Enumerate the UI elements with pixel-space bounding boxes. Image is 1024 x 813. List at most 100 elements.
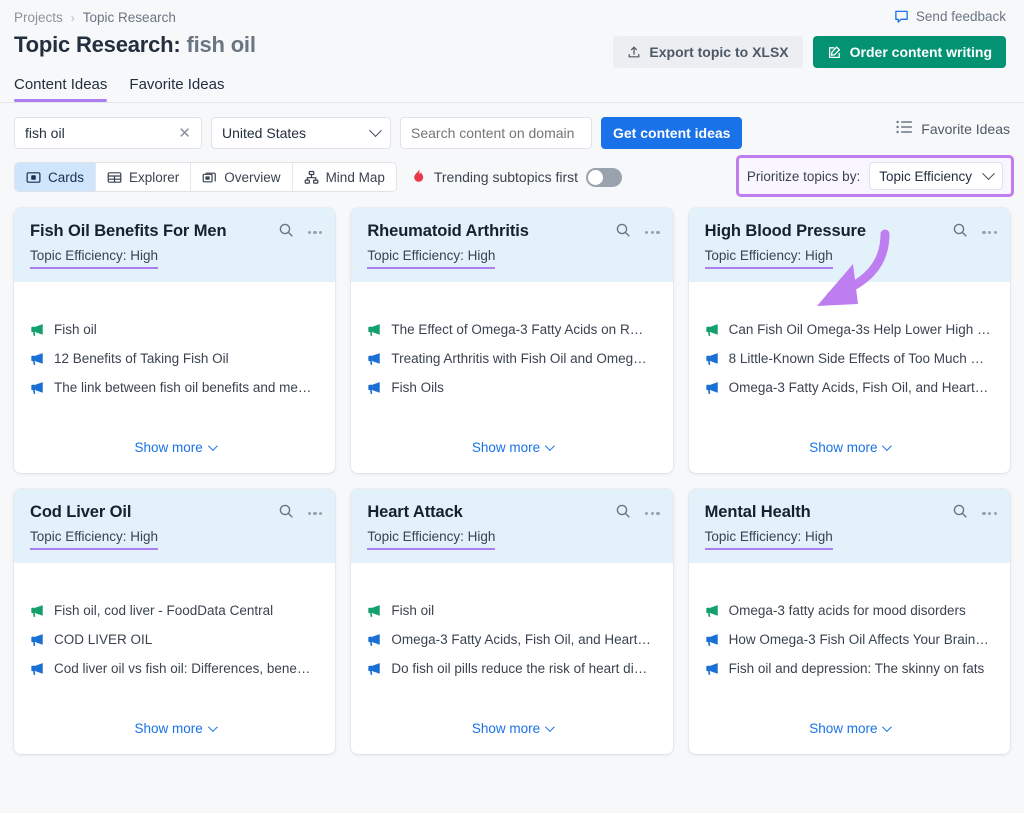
breadcrumb-topic-research[interactable]: Topic Research [83, 10, 176, 25]
trending-subtopics-toggle[interactable] [586, 167, 623, 187]
topic-card-title: High Blood Pressure [704, 222, 866, 240]
magnifier-icon[interactable] [615, 503, 631, 524]
content-idea-label: Omega-3 fatty acids for mood disorders [728, 603, 966, 618]
topic-card-header: Heart Attack Topic Efficiency: High [351, 489, 673, 563]
topic-card-title: Mental Health [704, 503, 811, 521]
content-idea-item[interactable]: 8 Little-Known Side Effects of Too Much … [705, 344, 994, 373]
content-idea-item[interactable]: The Effect of Omega-3 Fatty Acids on R… [367, 315, 656, 344]
topic-card-5[interactable]: Heart Attack Topic Efficiency: High Fish… [351, 489, 673, 754]
megaphone-icon [367, 381, 382, 395]
send-feedback-label: Send feedback [915, 9, 1006, 24]
show-more-button[interactable]: Show more [472, 440, 555, 455]
get-content-ideas-label: Get content ideas [613, 125, 731, 141]
magnifier-icon[interactable] [278, 222, 294, 243]
speech-bubble-icon [894, 9, 909, 24]
topic-card-6[interactable]: Mental Health Topic Efficiency: High Ome… [688, 489, 1010, 754]
magnifier-icon[interactable] [952, 222, 968, 243]
order-content-writing-button[interactable]: Order content writing [812, 36, 1006, 68]
country-select[interactable]: United States [211, 117, 391, 149]
breadcrumb-projects[interactable]: Projects [14, 10, 63, 25]
topic-card-4[interactable]: Cod Liver Oil Topic Efficiency: High Fis… [14, 489, 336, 754]
ellipsis-icon[interactable] [645, 511, 660, 516]
show-more-label: Show more [809, 440, 878, 455]
magnifier-icon[interactable] [615, 222, 631, 243]
megaphone-icon [30, 633, 45, 647]
megaphone-icon [30, 352, 45, 366]
topic-card-2[interactable]: Rheumatoid Arthritis Topic Efficiency: H… [351, 208, 673, 473]
content-idea-item[interactable]: Do fish oil pills reduce the risk of hea… [367, 654, 656, 683]
content-idea-item[interactable]: 12 Benefits of Taking Fish Oil [30, 344, 319, 373]
topic-card-1[interactable]: Fish Oil Benefits For Men Topic Efficien… [14, 208, 336, 473]
content-idea-label: Fish oil [54, 322, 97, 337]
tab-favorite-ideas[interactable]: Favorite Ideas [129, 76, 224, 102]
content-idea-item[interactable]: Treating Arthritis with Fish Oil and Ome… [367, 344, 656, 373]
get-content-ideas-button[interactable]: Get content ideas [601, 117, 743, 149]
topic-card-title: Heart Attack [367, 503, 463, 521]
topic-card-actions [615, 503, 660, 524]
close-icon[interactable]: ✕ [178, 126, 191, 141]
breadcrumb: Projects › Topic Research [14, 10, 1006, 25]
ellipsis-icon[interactable] [645, 230, 660, 235]
ellipsis-icon[interactable] [307, 230, 323, 235]
content-idea-item[interactable]: COD LIVER OIL [30, 625, 319, 654]
content-idea-label: Fish Oils [391, 380, 444, 395]
content-idea-item[interactable]: Fish Oils [367, 373, 656, 402]
content-idea-item[interactable]: Fish oil [367, 596, 656, 625]
ellipsis-icon[interactable] [982, 511, 997, 516]
content-idea-item[interactable]: Omega-3 Fatty Acids, Fish Oil, and Heart… [367, 625, 656, 654]
content-idea-item[interactable]: Fish oil [30, 315, 319, 344]
content-idea-label: Treating Arthritis with Fish Oil and Ome… [391, 351, 647, 366]
content-idea-label: Fish oil, cod liver - FoodData Central [54, 603, 274, 618]
view-overview[interactable]: Overview [191, 163, 293, 191]
magnifier-icon[interactable] [952, 503, 968, 524]
favorite-ideas-button[interactable]: Favorite Ideas [896, 120, 1010, 137]
megaphone-icon [705, 352, 720, 366]
mindmap-icon [304, 170, 319, 185]
show-more-button[interactable]: Show more [135, 721, 218, 736]
magnifier-icon[interactable] [278, 503, 294, 524]
view-cards[interactable]: Cards [15, 163, 97, 191]
content-idea-item[interactable]: Can Fish Oil Omega-3s Help Lower High … [705, 315, 994, 344]
show-more-button[interactable]: Show more [135, 440, 218, 455]
content-idea-item[interactable]: Cod liver oil vs fish oil: Differences, … [30, 654, 319, 683]
megaphone-icon [367, 633, 382, 647]
search-content-on-domain-input[interactable] [400, 117, 592, 149]
topic-card-header: High Blood Pressure Topic Efficiency: Hi… [688, 208, 1010, 282]
view-bar: Cards Explorer Overview Mind Map Trendin… [0, 149, 1024, 197]
export-topic-button[interactable]: Export topic to XLSX [613, 36, 803, 68]
topic-card-actions [278, 222, 323, 243]
topic-card-ideas: Fish oil 12 Benefits of Taking Fish Oil Th… [14, 282, 335, 429]
send-feedback-link[interactable]: Send feedback [894, 9, 1006, 24]
upload-icon [627, 45, 641, 59]
chevron-down-icon [369, 123, 382, 137]
top-bar: Projects › Topic Research Send feedback … [0, 0, 1024, 68]
prioritize-topics-select[interactable]: Topic Efficiency [869, 162, 1003, 190]
view-explorer-label: Explorer [129, 169, 180, 185]
view-explorer[interactable]: Explorer [96, 163, 192, 191]
show-more-button[interactable]: Show more [809, 440, 893, 455]
content-idea-item[interactable]: Fish oil and depression: The skinny on f… [705, 654, 994, 683]
ellipsis-icon[interactable] [982, 230, 997, 235]
content-idea-item[interactable]: Fish oil, cod liver - FoodData Central [30, 596, 319, 625]
tab-content-ideas[interactable]: Content Ideas [14, 76, 108, 102]
chevron-down-icon [207, 722, 218, 733]
content-idea-item[interactable]: The link between fish oil benefits and m… [30, 373, 319, 402]
topic-card-3[interactable]: High Blood Pressure Topic Efficiency: Hi… [688, 208, 1010, 473]
keyword-input[interactable]: fish oil ✕ [14, 117, 202, 149]
content-idea-item[interactable]: Omega-3 fatty acids for mood disorders [705, 596, 994, 625]
content-idea-item[interactable]: How Omega-3 Fish Oil Affects Your Brain… [705, 625, 994, 654]
content-idea-label: Omega-3 Fatty Acids, Fish Oil, and Heart… [391, 632, 651, 647]
topic-card-actions [952, 503, 997, 524]
ellipsis-icon[interactable] [307, 511, 323, 516]
content-idea-label: 12 Benefits of Taking Fish Oil [54, 351, 229, 366]
content-idea-item[interactable]: Omega-3 Fatty Acids, Fish Oil, and Heart… [705, 373, 994, 402]
show-more-button[interactable]: Show more [809, 721, 893, 736]
chevron-down-icon [207, 441, 218, 452]
topic-card-footer: Show more [689, 429, 1010, 473]
show-more-button[interactable]: Show more [472, 721, 555, 736]
page-title-keyword: fish oil [186, 32, 256, 57]
topic-card-title: Cod Liver Oil [30, 503, 132, 521]
topic-card-ideas: Fish oil, cod liver - FoodData Central CO… [14, 563, 335, 710]
view-mind-map[interactable]: Mind Map [292, 163, 396, 191]
country-select-value: United States [222, 125, 307, 141]
